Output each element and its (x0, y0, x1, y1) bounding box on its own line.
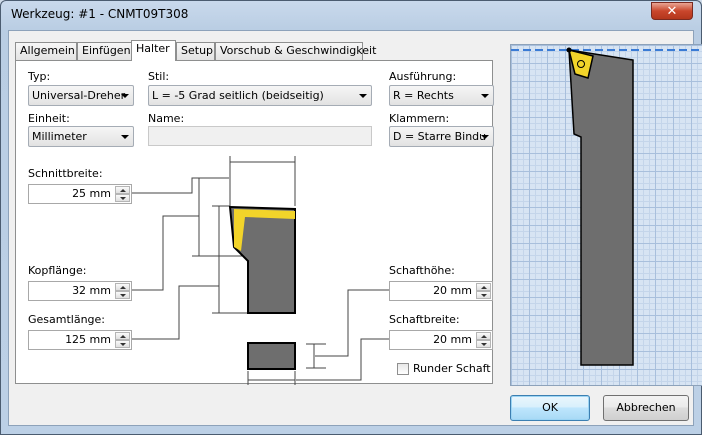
typ-label: Typ: (28, 70, 51, 83)
spin-down-button[interactable] (115, 291, 130, 299)
schafthoehe-spinner[interactable]: 20 mm (389, 281, 493, 301)
runder-schaft-checkbox[interactable] (397, 363, 409, 375)
tab-einfuegen[interactable]: Einfügen (77, 42, 132, 60)
spinner-buttons (476, 283, 491, 299)
dialog-client: Allgemein Einfügen Halter Setup Vorschub… (8, 30, 702, 426)
spin-up-button[interactable] (476, 332, 491, 340)
schnittbreite-label: Schnittbreite: (28, 167, 103, 180)
stil-select-value: L = -5 Grad seitlich (beidseitig) (152, 89, 324, 102)
spin-down-button[interactable] (476, 340, 491, 348)
tool-preview-drawing (511, 47, 702, 366)
schaftbreite-spinner[interactable]: 20 mm (389, 330, 493, 350)
schnittbreite-value: 25 mm (72, 187, 111, 200)
tab-allgemein[interactable]: Allgemein (15, 42, 77, 60)
schafthoehe-value: 20 mm (433, 284, 472, 297)
spin-up-button[interactable] (115, 186, 130, 194)
close-button[interactable]: ✕ (651, 2, 693, 20)
window-title: Werkzeug: #1 - CNMT09T308 (11, 7, 189, 21)
tool-tip-point (566, 47, 572, 53)
insert-highlight (234, 209, 295, 251)
cancel-button[interactable]: Abbrechen (603, 395, 689, 421)
spin-down-button[interactable] (115, 340, 130, 348)
spinner-buttons (115, 283, 130, 299)
schaftbreite-value: 20 mm (433, 333, 472, 346)
name-label: Name: (148, 112, 185, 125)
kopflaenge-label: Kopflänge: (28, 264, 87, 277)
einheit-select-value: Millimeter (32, 130, 87, 143)
chevron-down-icon (359, 94, 367, 98)
leader-line (132, 285, 219, 340)
ausfuehrung-select-value: R = Rechts (393, 89, 454, 102)
spin-up-button[interactable] (115, 283, 130, 291)
schaftbreite-label: Schaftbreite: (389, 313, 460, 326)
spin-up-button[interactable] (476, 283, 491, 291)
shaft-cross-section (247, 342, 296, 370)
gesamtlaenge-value: 125 mm (65, 333, 111, 346)
dialog-window: Werkzeug: #1 - CNMT09T308 ✕ Allgemein Ei… (0, 0, 702, 435)
tab-halter[interactable]: Halter (131, 40, 176, 61)
tab-panel-halter: Typ: Universal-Dreher Stil: L = -5 Grad … (15, 60, 494, 385)
typ-select-value: Universal-Dreher (32, 89, 126, 102)
stil-select[interactable]: L = -5 Grad seitlich (beidseitig) (148, 85, 372, 106)
leader-line (132, 215, 199, 291)
leader-line (315, 289, 389, 357)
tool-preview (510, 44, 702, 386)
spin-up-button[interactable] (115, 332, 130, 340)
klammern-label: Klammern: (389, 112, 450, 125)
ok-button[interactable]: OK (510, 395, 590, 421)
chevron-down-icon (121, 135, 129, 139)
spin-down-button[interactable] (476, 291, 491, 299)
schafthoehe-label: Schafthöhe: (389, 264, 455, 277)
ausfuehrung-select[interactable]: R = Rechts (389, 85, 494, 106)
kopflaenge-spinner[interactable]: 32 mm (28, 281, 132, 301)
chevron-down-icon (481, 135, 489, 139)
holder-shape (568, 49, 634, 366)
gesamtlaenge-spinner[interactable]: 125 mm (28, 330, 132, 350)
einheit-label: Einheit: (28, 112, 70, 125)
holder-profile (228, 205, 296, 314)
einheit-select[interactable]: Millimeter (28, 126, 134, 147)
kopflaenge-value: 32 mm (72, 284, 111, 297)
leader-line (296, 338, 389, 381)
spin-down-button[interactable] (115, 194, 130, 202)
spinner-buttons (115, 332, 130, 348)
stil-label: Stil: (148, 70, 170, 83)
typ-select[interactable]: Universal-Dreher (28, 85, 134, 106)
leader-line (132, 177, 229, 194)
klammern-select-value: D = Starre Bindu (393, 130, 487, 143)
schnittbreite-spinner[interactable]: 25 mm (28, 184, 132, 204)
runder-schaft-label[interactable]: Runder Schaft (413, 362, 491, 375)
chevron-down-icon (481, 94, 489, 98)
chevron-down-icon (121, 94, 129, 98)
klammern-select[interactable]: D = Starre Bindu (389, 126, 494, 147)
gesamtlaenge-label: Gesamtlänge: (28, 313, 106, 326)
tab-vorschub[interactable]: Vorschub & Geschwindigkeit (215, 42, 376, 60)
ausfuehrung-label: Ausführung: (389, 70, 457, 83)
spinner-buttons (476, 332, 491, 348)
spinner-buttons (115, 186, 130, 202)
tab-setup[interactable]: Setup (176, 42, 215, 60)
name-input[interactable] (148, 126, 372, 146)
